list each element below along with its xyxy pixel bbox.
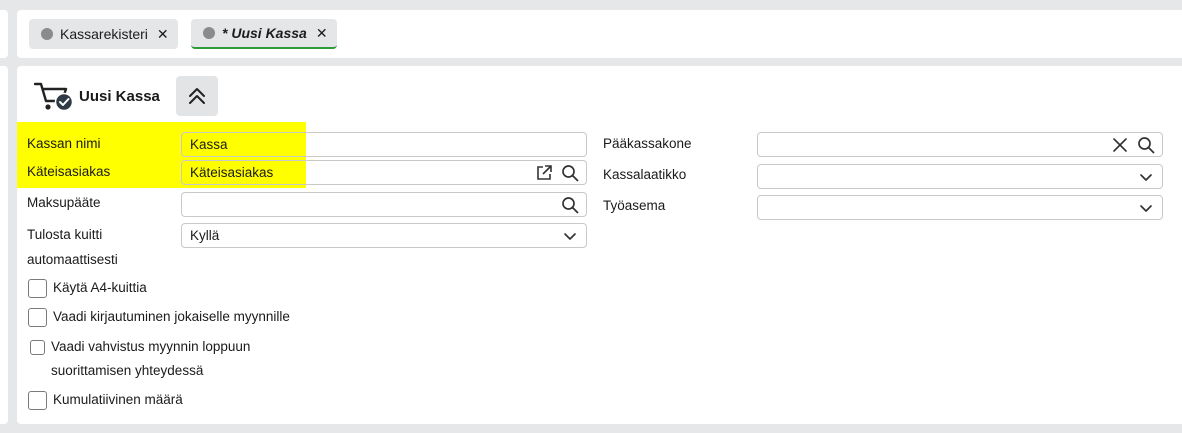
tulosta-kuitti-label-line2: automaattisesti [27,252,118,267]
chevron-down-icon [1136,167,1156,187]
vaadi-vahvistus-label: Vaadi vahvistus myynnin loppuun [51,339,251,354]
tyoasema-label: Työasema [603,198,666,213]
left-edge-tab-top [0,10,8,58]
paakassakone-label: Pääkassakone [603,136,692,151]
kayta-a4-checkbox[interactable]: Käytä A4-kuittia [28,276,147,300]
kassan-nimi-value: Kassa [190,137,228,152]
checkbox-box[interactable] [28,278,47,298]
tab-status-dot [41,28,53,40]
kumulatiivinen-label: Kumulatiivinen määrä [53,392,183,407]
tulosta-kuitti-value: Kyllä [190,228,220,243]
kayta-a4-label: Käytä A4-kuittia [53,280,147,295]
checkbox-box[interactable] [30,339,45,355]
vaadi-vahvistus-label-line2: suorittamisen yhteydessä [51,363,204,378]
close-icon[interactable]: ✕ [157,27,169,41]
maksupaate-input[interactable] [181,192,587,217]
tyoasema-select[interactable] [757,195,1163,220]
paakassakone-input[interactable] [757,132,1163,157]
top-strip [0,0,1182,8]
kumulatiivinen-checkbox[interactable]: Kumulatiivinen määrä [28,388,183,412]
collapse-button[interactable] [176,76,218,116]
chevron-down-icon [560,226,580,246]
tab-bar: Kassarekisteri ✕ * Uusi Kassa ✕ [17,10,1182,58]
tulosta-kuitti-select[interactable]: Kyllä [181,223,587,248]
tab-label: * Uusi Kassa [222,25,307,41]
kateisasiakas-label: Käteisasiakas [27,164,111,179]
chevron-double-up-icon [189,88,205,104]
tab-kassarekisteri[interactable]: Kassarekisteri ✕ [29,19,178,49]
tab-uusi-kassa[interactable]: * Uusi Kassa ✕ [191,19,337,49]
vaadi-kirjautuminen-checkbox[interactable]: Vaadi kirjautuminen jokaiselle myynnille [28,305,290,329]
kassan-nimi-input[interactable]: Kassa [181,132,587,157]
search-icon[interactable] [560,195,580,215]
left-edge-tab-bottom [0,66,8,424]
kassalaatikko-select[interactable] [757,164,1163,189]
kassan-nimi-label: Kassan nimi [27,136,101,151]
checkbox-box[interactable] [28,390,47,410]
form-panel: Uusi Kassa Kassan nimi Kassa Käteisasiak… [17,66,1182,424]
close-icon[interactable]: ✕ [316,26,328,40]
maksupaate-label: Maksupääte [27,195,101,210]
clear-icon[interactable] [1110,135,1130,155]
cart-check-icon [33,78,75,112]
panel-title: Uusi Kassa [79,88,160,105]
vaadi-vahvistus-checkbox[interactable]: Vaadi vahvistus myynnin loppuun [28,335,250,359]
open-external-icon[interactable] [534,163,554,183]
search-icon[interactable] [1136,135,1156,155]
kateisasiakas-value: Käteisasiakas [190,165,274,180]
tab-status-dot [203,27,215,39]
search-icon[interactable] [560,163,580,183]
tulosta-kuitti-label: Tulosta kuitti [27,227,103,242]
kateisasiakas-input[interactable]: Käteisasiakas [181,160,587,185]
checkbox-box[interactable] [28,307,47,327]
vaadi-kirjautuminen-label: Vaadi kirjautuminen jokaiselle myynnille [53,309,290,324]
kassalaatikko-label: Kassalaatikko [603,167,687,182]
tab-label: Kassarekisteri [60,26,148,42]
chevron-down-icon [1136,198,1156,218]
